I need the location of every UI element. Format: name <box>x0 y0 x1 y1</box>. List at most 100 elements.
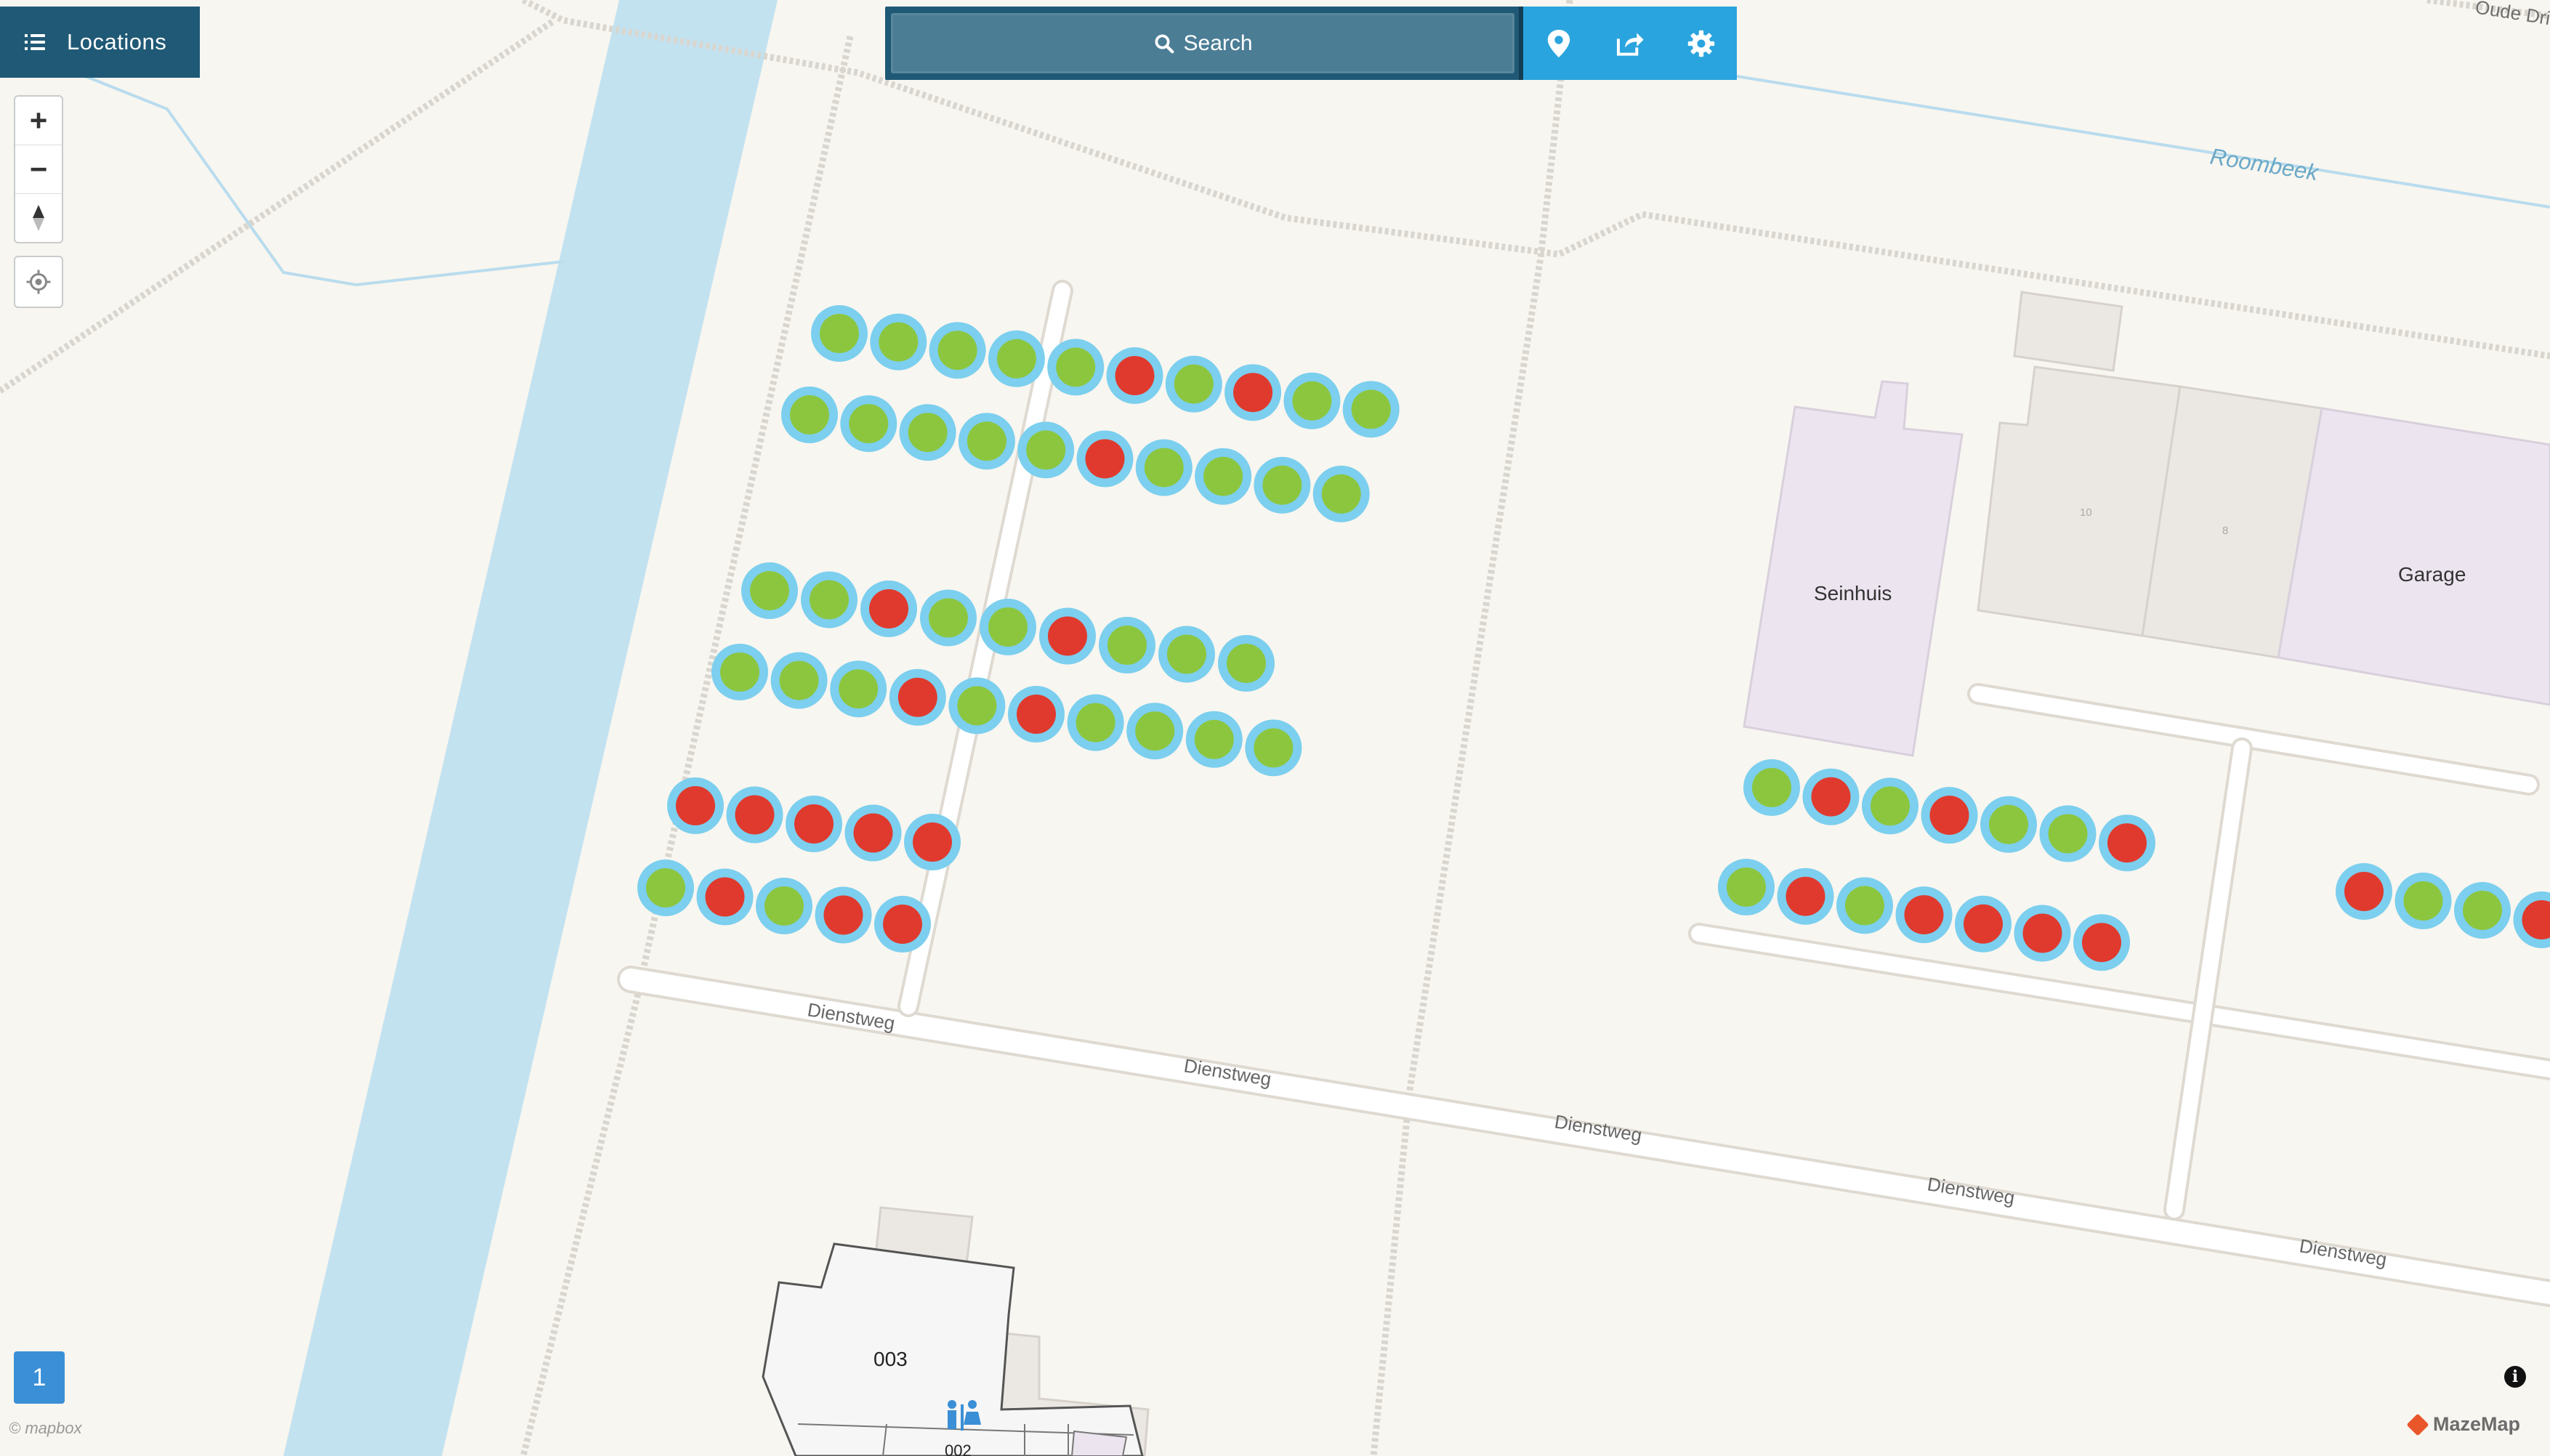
parking-marker-occupied[interactable] <box>889 668 946 726</box>
parking-marker-available[interactable] <box>830 660 887 718</box>
parking-marker-available[interactable] <box>741 562 798 619</box>
zoom-out-button[interactable]: − <box>15 145 62 194</box>
parking-marker-available[interactable] <box>1254 456 1311 514</box>
parking-marker-occupied[interactable] <box>2336 863 2392 920</box>
settings-button[interactable] <box>1666 7 1737 80</box>
parking-marker-status <box>1727 867 1766 907</box>
parking-marker-available[interactable] <box>2454 882 2511 939</box>
gear-icon <box>1687 30 1715 57</box>
mazemap-logo-icon <box>2406 1412 2429 1436</box>
parking-marker-available[interactable] <box>980 599 1036 655</box>
parking-marker-occupied[interactable] <box>1895 886 1953 944</box>
parking-marker-available[interactable] <box>1099 617 1155 674</box>
parking-marker-occupied[interactable] <box>874 896 931 953</box>
parking-marker-available[interactable] <box>840 395 897 453</box>
parking-marker-occupied[interactable] <box>1802 768 1860 825</box>
parking-marker-available[interactable] <box>948 677 1006 735</box>
parking-marker-available[interactable] <box>1185 711 1243 768</box>
parking-marker-available[interactable] <box>1126 703 1184 760</box>
info-icon[interactable]: i <box>2504 1366 2526 1388</box>
parking-marker-occupied[interactable] <box>2099 814 2155 872</box>
parking-marker-status <box>750 571 789 610</box>
parking-marker-available[interactable] <box>1342 381 1400 438</box>
parking-marker-available[interactable] <box>756 878 812 934</box>
compass-icon <box>33 205 44 231</box>
parking-marker-occupied[interactable] <box>696 868 754 926</box>
parking-marker-occupied[interactable] <box>1224 364 1282 421</box>
mazemap-attribution[interactable]: MazeMap <box>2406 1412 2520 1436</box>
parking-marker-available[interactable] <box>1980 796 2037 853</box>
parking-marker-status <box>1076 703 1115 743</box>
parking-marker-status <box>2403 881 2443 921</box>
search-button[interactable]: Search <box>891 13 1515 73</box>
parking-marker-occupied[interactable] <box>1106 347 1163 404</box>
parking-marker-occupied[interactable] <box>1955 895 2012 953</box>
parking-marker-available[interactable] <box>1862 777 1918 835</box>
parking-marker-available[interactable] <box>1718 859 1775 915</box>
location-pin-button[interactable] <box>1523 7 1594 80</box>
parking-marker-status <box>1048 616 1087 656</box>
parking-marker-occupied[interactable] <box>860 581 917 637</box>
parking-marker-occupied[interactable] <box>667 777 724 834</box>
parking-marker-status <box>1262 465 1302 505</box>
parking-marker-occupied[interactable] <box>904 814 961 870</box>
parking-marker-available[interactable] <box>637 860 694 916</box>
mapbox-attribution[interactable]: © mapbox <box>9 1419 82 1438</box>
parking-marker-occupied[interactable] <box>1076 430 1134 488</box>
zoom-in-button[interactable]: + <box>15 97 62 145</box>
parking-marker-available[interactable] <box>801 571 858 628</box>
parking-marker-available[interactable] <box>811 305 868 362</box>
parking-marker-status <box>764 886 804 926</box>
locate-icon <box>26 270 51 294</box>
parking-marker-occupied[interactable] <box>1039 607 1096 665</box>
parking-marker-available[interactable] <box>2039 805 2097 862</box>
parking-marker-available[interactable] <box>1312 465 1370 522</box>
parking-marker-occupied[interactable] <box>844 804 902 862</box>
parking-marker-available[interactable] <box>781 387 838 443</box>
parking-marker-available[interactable] <box>1135 439 1193 496</box>
compass-button[interactable] <box>15 194 62 242</box>
parking-marker-status <box>988 607 1028 647</box>
parking-marker-status <box>794 804 834 844</box>
label-building-8: 8 <box>2222 525 2228 537</box>
parking-marker-occupied[interactable] <box>1008 686 1065 743</box>
parking-marker-occupied[interactable] <box>1921 787 1978 844</box>
floor-selector-button[interactable]: 1 <box>14 1351 65 1404</box>
parking-marker-status <box>1115 356 1155 395</box>
parking-marker-available[interactable] <box>929 322 986 379</box>
parking-marker-status <box>1254 728 1294 768</box>
share-button[interactable] <box>1594 7 1666 80</box>
parking-marker-available[interactable] <box>711 644 768 700</box>
label-building-10: 10 <box>2080 506 2092 519</box>
parking-marker-occupied[interactable] <box>726 786 783 844</box>
parking-marker-occupied[interactable] <box>2014 905 2071 962</box>
parking-marker-available[interactable] <box>1158 626 1215 683</box>
parking-marker-available[interactable] <box>899 404 956 461</box>
parking-marker-available[interactable] <box>988 330 1045 387</box>
parking-marker-occupied[interactable] <box>786 796 842 852</box>
parking-marker-occupied[interactable] <box>815 886 872 944</box>
parking-marker-occupied[interactable] <box>1777 867 1834 925</box>
parking-marker-available[interactable] <box>1283 372 1341 429</box>
parking-marker-available[interactable] <box>870 313 927 371</box>
parking-marker-occupied[interactable] <box>2073 914 2130 971</box>
map-canvas[interactable]: Oude Dri Roombeek Seinhuis Garage 10 8 0… <box>0 0 2550 1456</box>
locate-me-button[interactable] <box>14 256 63 308</box>
parking-marker-status <box>883 905 922 944</box>
parking-marker-available[interactable] <box>958 413 1015 470</box>
toolbar-actions <box>1523 7 1737 80</box>
parking-marker-available[interactable] <box>1218 635 1275 692</box>
parking-marker-available[interactable] <box>1743 759 1800 816</box>
parking-marker-status <box>676 786 715 825</box>
parking-marker-available[interactable] <box>1165 355 1222 413</box>
parking-marker-available[interactable] <box>920 589 977 647</box>
parking-marker-available[interactable] <box>1047 339 1105 396</box>
parking-marker-available[interactable] <box>1017 421 1075 479</box>
parking-marker-available[interactable] <box>770 652 828 709</box>
parking-marker-available[interactable] <box>1836 877 1893 934</box>
parking-marker-available[interactable] <box>1067 694 1124 751</box>
parking-marker-available[interactable] <box>1195 448 1252 505</box>
parking-marker-available[interactable] <box>1245 719 1302 777</box>
parking-marker-available[interactable] <box>2394 873 2452 929</box>
locations-button[interactable]: Locations <box>0 7 200 78</box>
